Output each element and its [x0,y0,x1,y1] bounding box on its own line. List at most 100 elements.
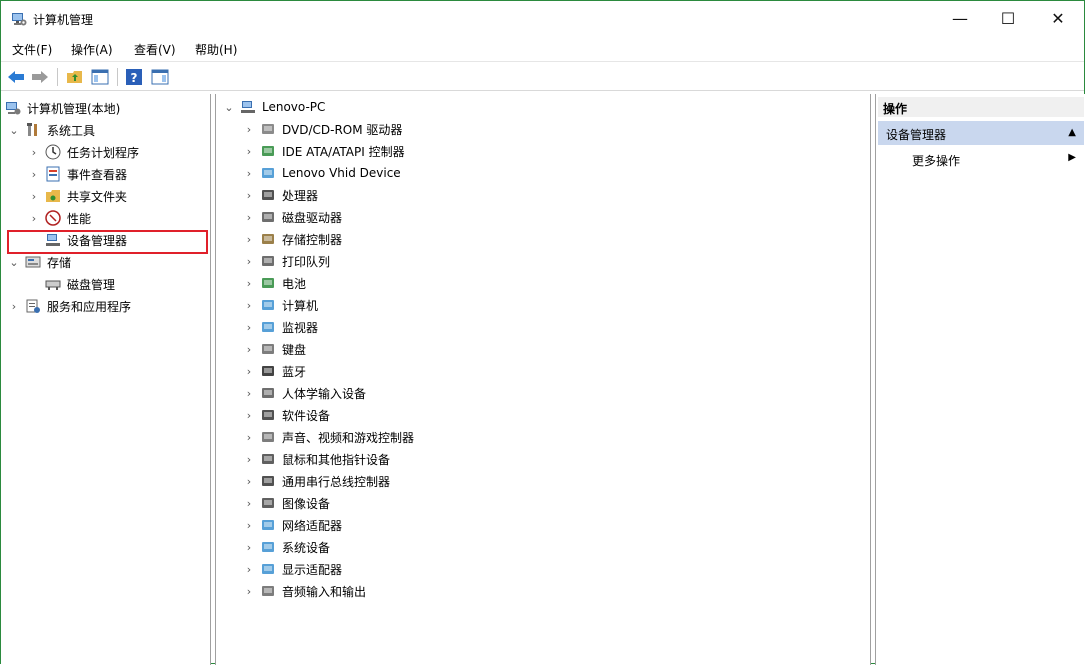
device-category-item[interactable]: › 存储控制器 [242,228,342,250]
device-category-item[interactable]: › 监视器 [242,316,318,338]
device-category-item[interactable]: › 蓝牙 [242,360,306,382]
hid-device-icon [260,165,276,181]
chevron-right-icon[interactable]: › [242,365,256,378]
chevron-right-icon[interactable]: › [242,123,256,136]
chevron-right-icon[interactable]: › [27,212,41,225]
clock-icon [45,144,61,160]
menu-action[interactable]: 操作(A) [71,41,113,58]
tree-item-disk-management[interactable]: 磁盘管理 [41,273,115,295]
device-category-item[interactable]: › 处理器 [242,184,318,206]
device-category-item[interactable]: › 网络适配器 [242,514,342,536]
close-button[interactable]: ✕ [1035,1,1081,35]
chevron-right-icon[interactable]: › [242,299,256,312]
tree-label: 磁盘管理 [67,277,116,292]
device-category-item[interactable]: › 计算机 [242,294,318,316]
chevron-right-icon[interactable]: › [242,343,256,356]
computer-icon [260,297,276,313]
device-category-item[interactable]: › 音频输入和输出 [242,580,366,602]
chevron-right-icon[interactable]: › [242,585,256,598]
device-category-item[interactable]: › 软件设备 [242,404,330,426]
chevron-right-icon[interactable]: › [27,168,41,181]
menu-view[interactable]: 查看(V) [134,41,176,58]
title-bar: 计算机管理 — ☐ ✕ [1,1,1084,37]
chevron-right-icon[interactable]: › [242,387,256,400]
sound-icon [260,429,276,445]
device-category-item[interactable]: › 磁盘驱动器 [242,206,342,228]
device-category-item[interactable]: › 系统设备 [242,536,330,558]
chevron-right-icon[interactable]: › [242,255,256,268]
highlight-annotation [7,230,208,254]
show-hide-action-pane-icon[interactable] [150,67,170,87]
chevron-right-icon[interactable]: › [7,300,21,313]
computer-icon [240,99,256,115]
menu-help[interactable]: 帮助(H) [195,41,237,58]
chevron-right-icon[interactable]: › [242,321,256,334]
chevron-right-icon[interactable]: › [242,211,256,224]
chevron-right-icon[interactable]: › [27,190,41,203]
chevron-right-icon[interactable]: › [242,189,256,202]
chevron-right-icon[interactable]: › [242,497,256,510]
computer-management-window: 计算机管理 — ☐ ✕ 文件(F) 操作(A) 查看(V) 帮助(H) ? 计算… [0,0,1085,665]
collapse-triangle-icon[interactable]: ▲ [1068,127,1076,138]
chevron-down-icon[interactable]: ⌄ [7,256,21,269]
chevron-right-icon[interactable]: › [242,475,256,488]
more-actions-link[interactable]: 更多操作 [912,152,960,169]
submenu-arrow-icon[interactable]: ▶ [1068,152,1076,163]
back-arrow-icon[interactable] [6,67,26,87]
tree-item-system-tools[interactable]: ⌄ 系统工具 [7,119,95,141]
device-category-label: 打印队列 [282,254,331,269]
system-device-icon [260,539,276,555]
minimize-button[interactable]: — [937,1,983,35]
chevron-right-icon[interactable]: › [242,563,256,576]
menu-file[interactable]: 文件(F) [12,41,52,58]
tree-item-storage[interactable]: ⌄ 存储 [7,251,71,273]
actions-section-device-manager[interactable]: 设备管理器 ▲ [878,121,1084,145]
up-folder-icon[interactable] [65,67,85,87]
chevron-right-icon[interactable]: › [242,277,256,290]
chevron-right-icon[interactable]: › [242,519,256,532]
tree-item-task-scheduler[interactable]: › 任务计划程序 [27,141,139,163]
svg-text:?: ? [131,71,138,85]
device-category-item[interactable]: › Lenovo Vhid Device [242,162,401,184]
chevron-right-icon[interactable]: › [242,541,256,554]
actions-section-label: 设备管理器 [886,128,947,142]
device-category-item[interactable]: › 电池 [242,272,306,294]
device-category-item[interactable]: › 人体学输入设备 [242,382,366,404]
chevron-right-icon[interactable]: › [242,167,256,180]
tree-item-services-apps[interactable]: › 服务和应用程序 [7,295,131,317]
device-category-item[interactable]: › DVD/CD-ROM 驱动器 [242,118,403,140]
help-icon[interactable]: ? [124,67,144,87]
monitor-icon [260,319,276,335]
chevron-right-icon[interactable]: › [242,453,256,466]
device-category-item[interactable]: › 声音、视频和游戏控制器 [242,426,414,448]
device-category-item[interactable]: › IDE ATA/ATAPI 控制器 [242,140,405,162]
display-adapter-icon [260,561,276,577]
chevron-down-icon[interactable]: ⌄ [222,101,236,114]
device-category-item[interactable]: › 鼠标和其他指针设备 [242,448,390,470]
network-adapter-icon [260,517,276,533]
tree-item-root[interactable]: 计算机管理(本地) [5,97,120,119]
tree-item-performance[interactable]: › 性能 [27,207,91,229]
chevron-right-icon[interactable]: › [242,431,256,444]
tree-item-shared-folders[interactable]: › 共享文件夹 [27,185,127,207]
chevron-right-icon[interactable]: › [242,145,256,158]
device-category-item[interactable]: › 键盘 [242,338,306,360]
chevron-right-icon[interactable]: › [27,146,41,159]
device-category-item[interactable]: › 通用串行总线控制器 [242,470,390,492]
show-hide-console-tree-icon[interactable] [90,67,110,87]
device-category-label: 声音、视频和游戏控制器 [282,430,415,445]
device-category-item[interactable]: › 显示适配器 [242,558,342,580]
toolbar: ? [1,61,1084,91]
device-category-item[interactable]: › 图像设备 [242,492,330,514]
maximize-button[interactable]: ☐ [985,1,1031,35]
forward-arrow-icon[interactable] [30,67,50,87]
chevron-right-icon[interactable]: › [242,233,256,246]
event-viewer-icon [45,166,61,182]
ide-controller-icon [260,143,276,159]
device-category-item[interactable]: › 打印队列 [242,250,330,272]
chevron-right-icon[interactable]: › [242,409,256,422]
tree-label: 事件查看器 [67,167,128,182]
chevron-down-icon[interactable]: ⌄ [7,124,21,137]
tree-item-event-viewer[interactable]: › 事件查看器 [27,163,127,185]
device-root[interactable]: ⌄ Lenovo-PC [222,96,325,118]
